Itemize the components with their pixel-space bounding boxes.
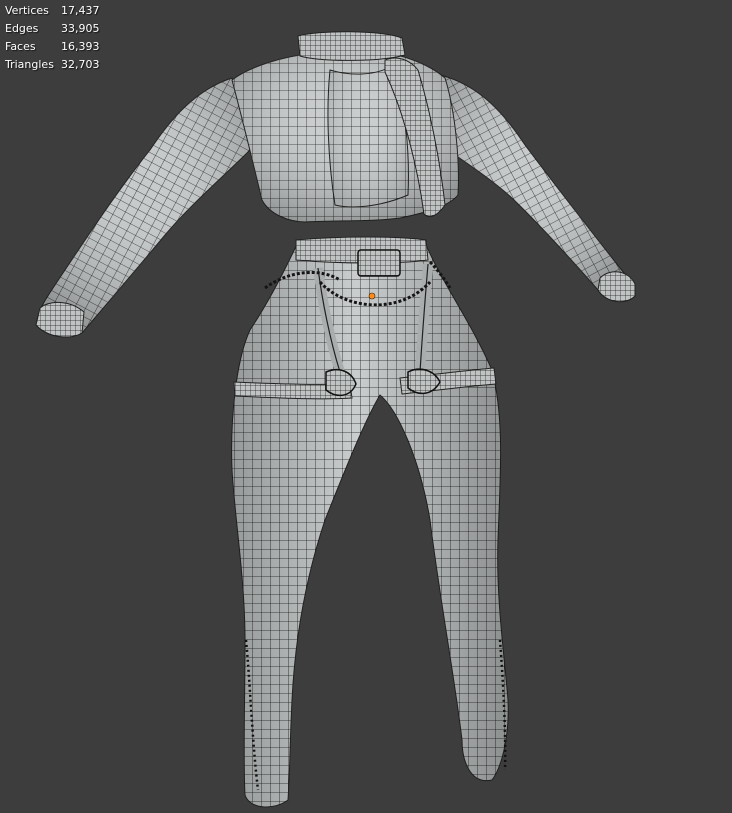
stats-value: 16,393: [61, 40, 100, 53]
object-origin-point: [368, 292, 376, 300]
scene-statistics-overlay: Vertices 17,437 Edges 33,905 Faces 16,39…: [5, 2, 100, 74]
left-sleeve: [35, 77, 251, 338]
stats-value: 17,437: [61, 4, 100, 17]
stats-row-triangles: Triangles 32,703: [5, 56, 100, 74]
jacket-collar: [297, 31, 406, 61]
stats-label: Edges: [5, 22, 39, 35]
pants: [231, 238, 509, 808]
stats-row-edges: Edges 33,905: [5, 20, 100, 38]
stats-label: Triangles: [5, 58, 54, 71]
3d-viewport[interactable]: Vertices 17,437 Edges 33,905 Faces 16,39…: [0, 0, 732, 813]
right-sleeve: [439, 74, 636, 303]
stats-row-faces: Faces 16,393: [5, 38, 100, 56]
belt-buckle: [357, 249, 401, 277]
stats-label: Vertices: [5, 4, 49, 17]
stats-label: Faces: [5, 40, 36, 53]
stats-value: 32,703: [61, 58, 100, 71]
outfit-mesh-object[interactable]: [0, 0, 732, 813]
stats-row-vertices: Vertices 17,437: [5, 2, 100, 20]
stats-value: 33,905: [61, 22, 100, 35]
